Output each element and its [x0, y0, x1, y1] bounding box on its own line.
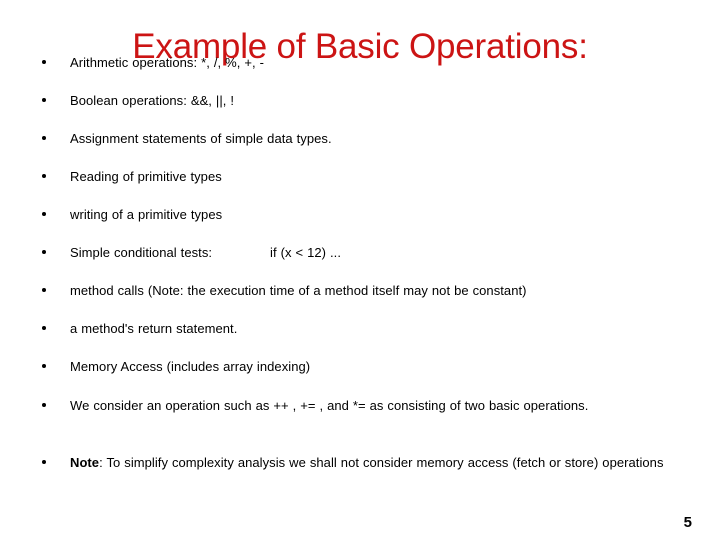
note-body-text: : To simplify complexity analysis we sha… — [99, 455, 664, 470]
bullet-point-icon — [42, 326, 46, 330]
bullet-point-icon — [42, 60, 46, 64]
note-lead-label: Note — [70, 455, 100, 470]
list-item-label: Boolean operations: &&, ||, ! — [70, 93, 235, 108]
list-item-method-return-statement: a method's return statement. — [0, 321, 720, 359]
list-item-label: a method's return statement. — [70, 321, 238, 336]
bullet-point-icon — [42, 174, 46, 178]
bullet-point-icon — [42, 250, 46, 254]
list-item-label: Simple conditional tests: if (x < 12) ... — [70, 245, 690, 260]
list-item-boolean-operations: Boolean operations: &&, ||, ! — [0, 93, 720, 131]
list-item-label: Memory Access (includes array indexing) — [70, 359, 311, 374]
list-item-label: Reading of primitive types — [70, 169, 222, 184]
list-item-reading-primitive-types: Reading of primitive types — [0, 169, 720, 207]
bullet-point-icon — [42, 288, 46, 292]
bullet-point-icon — [42, 403, 46, 407]
list-item-note-memory-access: Note: To simplify complexity analysis we… — [0, 455, 720, 507]
conditional-tests-example: if (x < 12) ... — [270, 245, 341, 260]
bullet-point-icon — [42, 98, 46, 102]
bullet-point-icon — [42, 136, 46, 140]
list-item-method-calls: method calls (Note: the execution time o… — [0, 283, 720, 321]
list-item-label: writing of a primitive types — [70, 207, 223, 222]
list-item-label: Note: To simplify complexity analysis we… — [70, 455, 690, 470]
conditional-tests-label: Simple conditional tests: — [70, 245, 213, 260]
bullet-point-icon — [42, 212, 46, 216]
bullet-point-icon — [42, 364, 46, 368]
list-item-assignment-statements: Assignment statements of simple data typ… — [0, 131, 720, 169]
list-item-label: method calls (Note: the execution time o… — [70, 283, 527, 298]
list-item-simple-conditional-tests: Simple conditional tests: if (x < 12) ... — [0, 245, 720, 283]
page-number: 5 — [683, 514, 692, 531]
list-item-label: Arithmetic operations: *, /, %, +, - — [70, 55, 264, 70]
list-item-label: We consider an operation such as ++ , +=… — [70, 398, 589, 413]
list-item-compound-operators: We consider an operation such as ++ , +=… — [0, 398, 720, 455]
list-item-writing-primitive-types: writing of a primitive types — [0, 207, 720, 245]
list-item-memory-access: Memory Access (includes array indexing) — [0, 359, 720, 398]
list-item-arithmetic-operations: Arithmetic operations: *, /, %, +, - — [0, 55, 720, 93]
bullet-point-icon — [42, 460, 46, 464]
slide: Example of Basic Operations: Arithmetic … — [0, 0, 720, 540]
list-item-label: Assignment statements of simple data typ… — [70, 131, 332, 146]
bullet-list: Arithmetic operations: *, /, %, +, - Boo… — [0, 55, 720, 507]
